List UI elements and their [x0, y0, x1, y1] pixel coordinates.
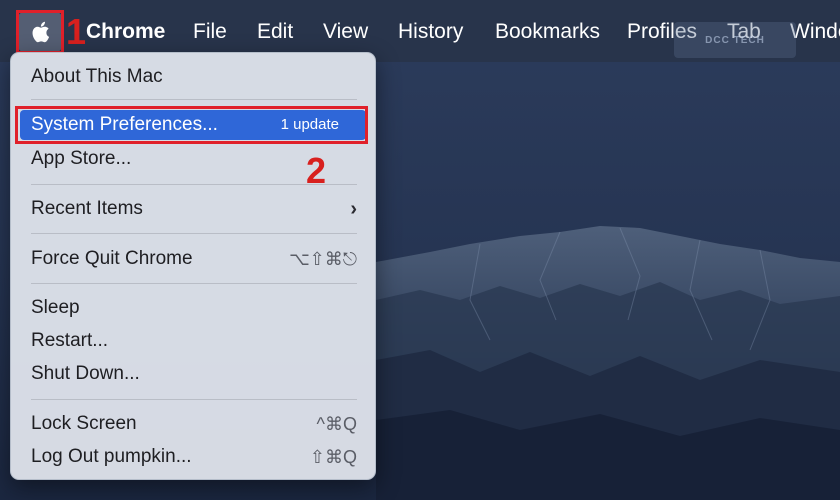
menu-item-shut-down-label: Shut Down...: [31, 363, 140, 384]
lock-screen-shortcut: ^⌘Q: [316, 414, 357, 434]
menu-bookmarks[interactable]: Bookmarks: [495, 18, 600, 46]
menu-item-force-quit[interactable]: Force Quit Chrome ⌥⇧⌘⎋: [31, 245, 357, 273]
menu-item-restart[interactable]: Restart...: [31, 327, 357, 355]
menu-item-about[interactable]: About This Mac: [31, 63, 357, 91]
menu-chrome[interactable]: Chrome: [86, 18, 165, 46]
watermark-logo: DCC TECH: [674, 22, 796, 58]
menu-separator: [31, 399, 357, 400]
menu-item-lock-screen-label: Lock Screen: [31, 413, 137, 434]
menu-item-force-quit-label: Force Quit Chrome: [31, 248, 193, 269]
annotation-step-2: 2: [306, 150, 327, 191]
force-quit-shortcut: ⌥⇧⌘⎋: [288, 249, 357, 269]
menu-file[interactable]: File: [193, 18, 227, 46]
chevron-right-icon: ›: [350, 198, 357, 220]
menu-separator: [31, 99, 357, 100]
menu-separator: [31, 233, 357, 234]
menu-window[interactable]: Windo: [790, 18, 840, 46]
annotation-step-1: 1: [66, 11, 87, 52]
menu-item-recent-items[interactable]: Recent Items ›: [31, 195, 357, 223]
menu-edit[interactable]: Edit: [257, 18, 293, 46]
menu-item-recent-items-label: Recent Items: [31, 198, 143, 219]
menu-item-sleep[interactable]: Sleep: [31, 294, 357, 322]
menu-item-sleep-label: Sleep: [31, 297, 80, 318]
menu-item-lock-screen[interactable]: Lock Screen ^⌘Q: [31, 410, 357, 438]
menu-separator: [31, 283, 357, 284]
desktop: Chrome File Edit View History Bookmarks …: [0, 0, 840, 500]
annotation-box-apple: [16, 10, 64, 54]
menu-item-log-out-label: Log Out pumpkin...: [31, 446, 192, 467]
menu-history[interactable]: History: [398, 18, 463, 46]
menu-item-about-label: About This Mac: [31, 66, 163, 87]
menu-item-app-store-label: App Store...: [31, 148, 132, 169]
menu-view[interactable]: View: [323, 18, 368, 46]
annotation-box-system-preferences: [15, 106, 368, 144]
log-out-shortcut: ⇧⌘Q: [309, 447, 357, 467]
menu-item-restart-label: Restart...: [31, 330, 109, 351]
menu-item-log-out[interactable]: Log Out pumpkin... ⇧⌘Q: [31, 443, 357, 471]
menu-item-shut-down[interactable]: Shut Down...: [31, 360, 357, 388]
